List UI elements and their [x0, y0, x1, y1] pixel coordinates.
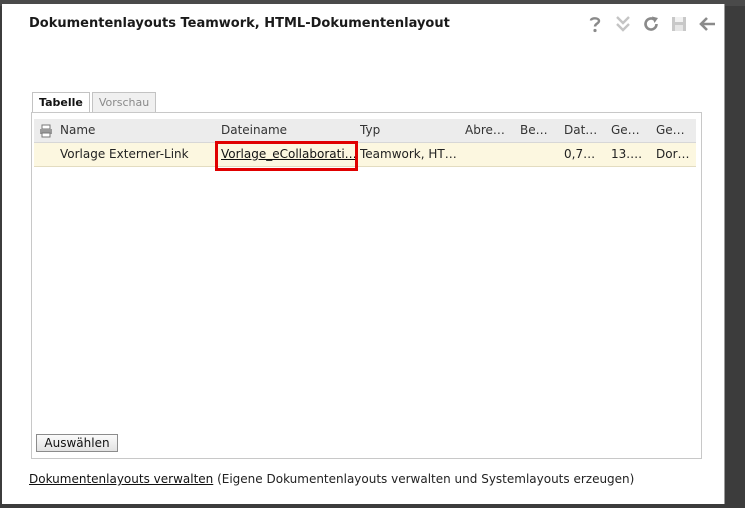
manage-layouts-link[interactable]: Dokumentenlayouts verwalten [29, 472, 213, 486]
footer: Dokumentenlayouts verwalten (Eigene Doku… [29, 472, 634, 486]
column-header-dateiname[interactable]: Dateiname [221, 119, 351, 142]
cell-name: Vorlage Externer-Link [60, 147, 189, 161]
footer-description: (Eigene Dokumentenlayouts verwalten und … [213, 472, 635, 486]
chevron-double-down-icon[interactable] [612, 13, 634, 35]
cell-abre [465, 143, 513, 166]
tab-vorschau[interactable]: Vorschau [91, 92, 157, 112]
help-icon[interactable] [584, 13, 606, 35]
column-header-ge1[interactable]: Ge… [611, 119, 647, 142]
cell-be [520, 143, 556, 166]
save-icon[interactable] [668, 13, 690, 35]
column-header-typ[interactable]: Typ [360, 119, 456, 142]
layouts-grid: Name Dateiname Typ Abre… Be… Dat… Ge… Ge… [34, 119, 696, 171]
back-arrow-icon[interactable] [696, 13, 718, 35]
refresh-icon[interactable] [640, 13, 662, 35]
column-header-be[interactable]: Be… [520, 119, 556, 142]
column-header-abre[interactable]: Abre… [465, 119, 513, 142]
printer-icon [40, 124, 52, 138]
column-header-dat[interactable]: Dat… [564, 119, 602, 142]
table-panel: Name Dateiname Typ Abre… Be… Dat… Ge… Ge… [31, 112, 702, 459]
tab-bar: Tabelle Vorschau [32, 92, 158, 113]
auswaehlen-button[interactable]: Auswählen [36, 434, 118, 452]
table-header: Name Dateiname Typ Abre… Be… Dat… Ge… Ge… [34, 119, 696, 143]
cell-dateiname-link[interactable]: Vorlage_eCollaborati… [221, 143, 355, 166]
document-layouts-dialog: Dokumentenlayouts Teamwork, HTML-Dokumen… [2, 4, 725, 504]
cell-typ: Teamwork, HT… [360, 147, 457, 161]
cell-ge2: Dor… [656, 147, 690, 161]
dialog-toolbar [584, 13, 718, 35]
cell-ge1: 13.… [611, 147, 643, 161]
print-column-header[interactable] [34, 119, 54, 142]
dialog-title: Dokumentenlayouts Teamwork, HTML-Dokumen… [29, 16, 450, 31]
table-row[interactable]: Vorlage Externer-Link Vorlage_eCollabora… [34, 143, 696, 167]
column-header-name[interactable]: Name [60, 119, 210, 142]
column-header-ge2[interactable]: Ge… [656, 119, 694, 142]
cell-dat: 0,7… [564, 147, 596, 161]
tab-tabelle[interactable]: Tabelle [32, 92, 90, 113]
